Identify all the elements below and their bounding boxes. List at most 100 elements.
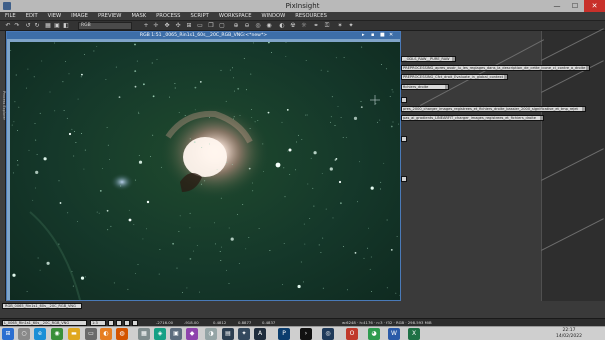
star xyxy=(189,227,191,229)
dropdown-arrow-icon xyxy=(586,66,589,70)
window-icon[interactable]: ▭ xyxy=(85,328,97,340)
word-icon[interactable]: W xyxy=(388,328,400,340)
process-icon-field[interactable]: __ODLS_RAW__PURE_RAW xyxy=(401,56,456,62)
lock-icon[interactable]: ⚿ xyxy=(323,22,331,30)
maximize-icon[interactable]: ■ xyxy=(380,32,385,39)
star xyxy=(213,222,215,224)
menu-mask[interactable]: MASK xyxy=(126,12,151,20)
process-icon-field[interactable]: pas_ai_gradients_LINEARFIT_charger_image… xyxy=(401,115,544,121)
image-canvas[interactable] xyxy=(10,42,400,300)
undo-icon[interactable]: ↶ xyxy=(4,22,12,30)
readout-icon[interactable]: ▣ xyxy=(53,22,61,30)
menu-script[interactable]: SCRIPT xyxy=(185,12,213,20)
star xyxy=(370,186,374,190)
zoom-in-icon[interactable]: ⊕ xyxy=(232,22,240,30)
chrome-icon[interactable]: ◕ xyxy=(368,328,380,340)
firefox-icon[interactable]: ◐ xyxy=(100,328,112,340)
app-icon[interactable]: ◍ xyxy=(116,328,128,340)
image-window-title-bar[interactable]: RGB 1:51 _0065_Rin1s1_60s__20C_RGB_VNG:<… xyxy=(7,32,400,39)
menu-workspace[interactable]: WORKSPACE xyxy=(214,12,257,20)
undo-all-icon[interactable]: ↺ xyxy=(24,22,32,30)
menu-file[interactable]: FILE xyxy=(0,12,21,20)
photoshop-icon[interactable]: P xyxy=(278,328,290,340)
menu-window[interactable]: WINDOW xyxy=(257,12,291,20)
star-icon[interactable]: ✶ xyxy=(336,22,344,30)
channel-icon[interactable]: ◧ xyxy=(62,22,70,30)
window-icon[interactable]: ▢ xyxy=(218,22,226,30)
star xyxy=(310,157,312,159)
process-icon-field[interactable]: PREPROCESSING_Cfct_droit_Evaluate_in_glo… xyxy=(401,74,508,80)
windows-start-icon[interactable]: ⊞ xyxy=(2,328,14,340)
app-icon[interactable]: ◎ xyxy=(322,328,334,340)
search-icon[interactable]: ○ xyxy=(18,328,30,340)
astro-tool-icon[interactable]: A xyxy=(254,328,266,340)
app-icon[interactable]: ▤ xyxy=(222,328,234,340)
menu-preview[interactable]: PREVIEW xyxy=(93,12,127,20)
excel-icon[interactable]: X xyxy=(408,328,420,340)
image-tab[interactable]: RGB_0065_Rin1s1_60s__20C_RGB_VNG xyxy=(2,303,82,309)
pixinsight-icon[interactable]: ✦ xyxy=(238,328,250,340)
shade-icon[interactable]: ▸ xyxy=(362,32,365,39)
close-button[interactable]: ✕ xyxy=(584,0,605,12)
screen-transfer-icon[interactable]: ◐ xyxy=(278,22,286,30)
maximize-button[interactable]: ☐ xyxy=(566,0,584,12)
star xyxy=(72,285,74,287)
zoom-one-icon[interactable]: ◉ xyxy=(265,22,273,30)
app-icon[interactable]: ◑ xyxy=(205,328,217,340)
star xyxy=(249,128,251,130)
redo-all-icon[interactable]: ↻ xyxy=(33,22,41,30)
edge-icon[interactable]: e xyxy=(34,328,46,340)
menu-process[interactable]: PROCESS xyxy=(151,12,185,20)
file-explorer-icon[interactable]: ▬ xyxy=(68,328,80,340)
close-icon[interactable]: ✕ xyxy=(389,32,393,39)
process-icon-field[interactable]: PREPROCESSING_apres_avoir_lu_les_reglage… xyxy=(401,65,590,71)
star xyxy=(46,261,50,265)
stf-reset-icon[interactable]: ☼ xyxy=(300,22,308,30)
star xyxy=(80,276,85,280)
process-icon-field[interactable]: fichiers_droite xyxy=(401,84,449,90)
app-icon[interactable]: ▣ xyxy=(170,328,182,340)
cmd-icon[interactable]: › xyxy=(300,328,312,340)
crosshair-icon[interactable]: ✛ xyxy=(152,22,160,30)
menu-resources[interactable]: RESOURCES xyxy=(290,12,332,20)
minimize-button[interactable]: — xyxy=(548,0,566,12)
star xyxy=(71,271,73,273)
process-icon-button[interactable] xyxy=(401,136,407,142)
star xyxy=(41,60,43,62)
color-space-select[interactable]: RGB xyxy=(78,22,132,30)
star xyxy=(43,157,47,161)
star xyxy=(285,42,287,43)
opera-icon[interactable]: O xyxy=(346,328,358,340)
grid-icon[interactable]: ▦ xyxy=(44,22,52,30)
process-icon-button[interactable] xyxy=(401,97,407,103)
clock[interactable]: 22:17 14/02/2022 xyxy=(549,328,589,340)
star xyxy=(371,291,373,292)
windows-taskbar: ⊞ ○ e ◉ ▬ ▭ ◐ ◍ ▦ ◈ ▣ ◆ ◑ ▤ ✦ A P › ◎ O … xyxy=(0,326,605,340)
star xyxy=(301,139,303,141)
app-icon[interactable]: ◈ xyxy=(154,328,166,340)
star xyxy=(75,142,77,144)
fit-icon[interactable]: ⊞ xyxy=(185,22,193,30)
app-icon[interactable]: ▦ xyxy=(138,328,150,340)
star xyxy=(25,87,27,89)
menu-edit[interactable]: EDIT xyxy=(21,12,43,20)
process-icon-field[interactable]: pres_2000_charger_images_registrees_et_f… xyxy=(401,106,586,112)
add-icon[interactable]: + xyxy=(142,22,150,30)
star xyxy=(102,168,103,170)
rect-icon[interactable]: ▭ xyxy=(196,22,204,30)
menu-view[interactable]: VIEW xyxy=(43,12,67,20)
app-icon[interactable]: ◆ xyxy=(186,328,198,340)
zoom-fit-icon[interactable]: ◎ xyxy=(254,22,262,30)
pan-icon[interactable]: ✣ xyxy=(174,22,182,30)
iconize-icon[interactable]: ▪ xyxy=(371,32,374,39)
app-icon[interactable]: ◉ xyxy=(51,328,63,340)
link-icon[interactable]: ⚭ xyxy=(312,22,320,30)
menu-image[interactable]: IMAGE xyxy=(66,12,93,20)
redo-icon[interactable]: ↷ xyxy=(13,22,21,30)
zoom-out-icon[interactable]: ⊖ xyxy=(243,22,251,30)
tools-icon[interactable]: ✦ xyxy=(347,22,355,30)
process-icon-button[interactable] xyxy=(401,176,407,182)
stf-auto-icon[interactable]: ☢ xyxy=(289,22,297,30)
move-icon[interactable]: ✥ xyxy=(163,22,171,30)
copy-icon[interactable]: ❐ xyxy=(207,22,215,30)
